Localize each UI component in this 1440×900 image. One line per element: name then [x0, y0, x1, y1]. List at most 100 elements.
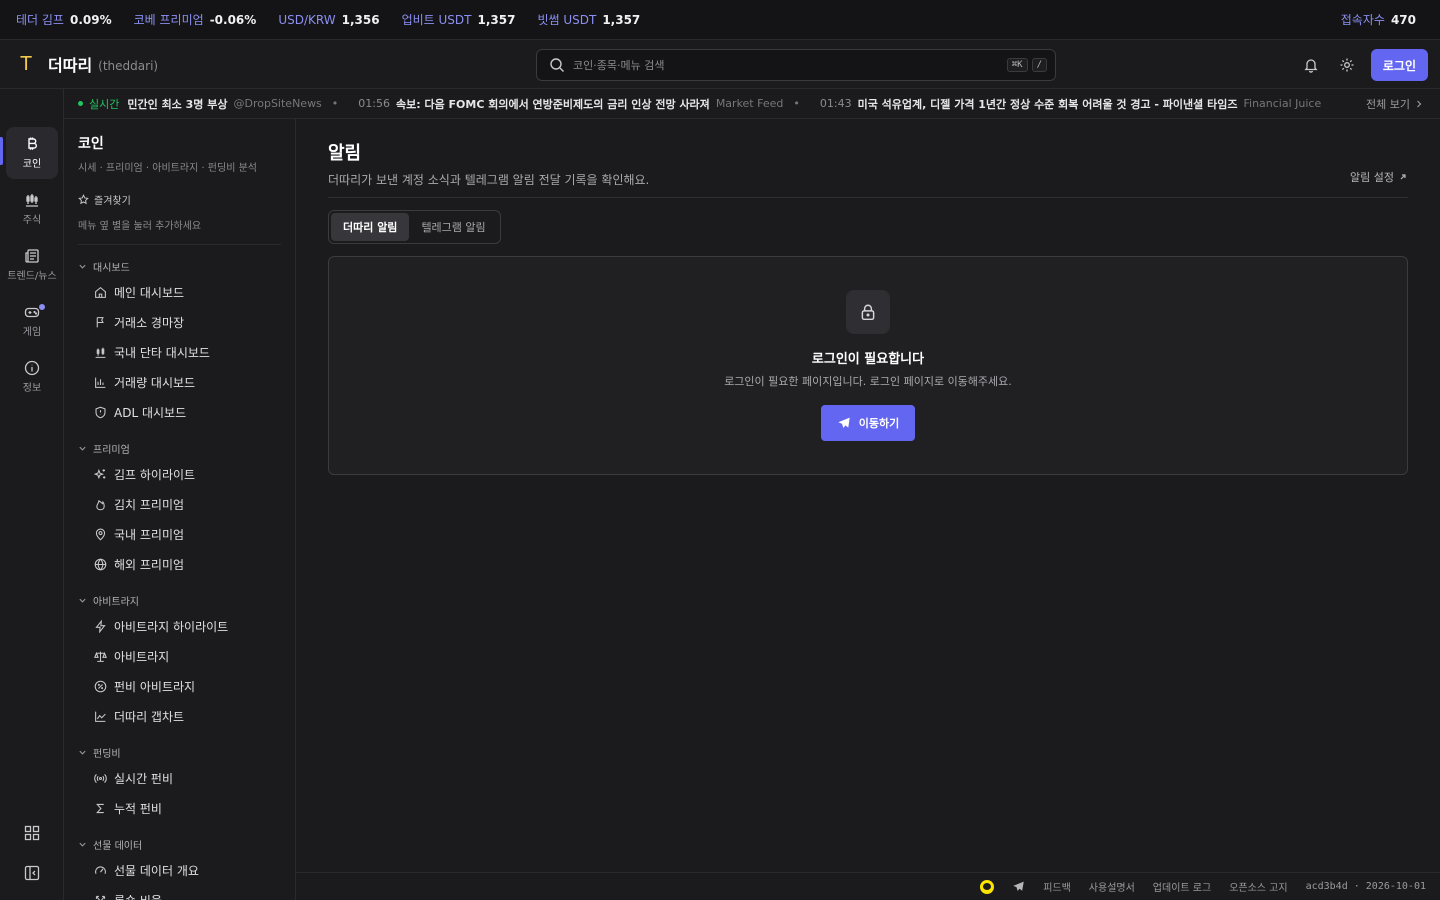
footer-link-open-source-notice[interactable]: 오픈소스 고지 [1229, 879, 1287, 894]
logo-mark[interactable]: T [20, 54, 36, 74]
rail-item-trend-news[interactable]: 트렌드/뉴스 [6, 239, 58, 291]
news-item[interactable]: 01:43 미국 석유업계, 디젤 가격 1년간 정상 수준 회복 어려울 것 … [820, 96, 1331, 112]
ticker-item[interactable]: 테더 김프 0.09% [16, 11, 112, 28]
gamepad-icon [24, 307, 40, 318]
nav-group-futures: 선물 데이터 선물 데이터 개요 롱숏 비율 [78, 833, 281, 900]
shield-icon [95, 406, 106, 418]
tab-theddari-notifications[interactable]: 더따리 알림 [331, 213, 410, 241]
notification-settings-link[interactable]: 알림 설정 [1350, 169, 1408, 185]
nav-group-header[interactable]: 선물 데이터 [78, 833, 281, 855]
ticker-item[interactable]: 코베 프리미엄 -0.06% [134, 11, 257, 28]
rail-item-label: 트렌드/뉴스 [7, 271, 57, 282]
nav-item-funding-arbitrage[interactable]: 펀비 아비트라지 [78, 671, 281, 701]
rail-active-indicator [0, 137, 3, 165]
nav-item-label: 선물 데이터 개요 [114, 863, 199, 878]
nav-item-overseas-premium[interactable]: 해외 프리미엄 [78, 549, 281, 579]
brand-name[interactable]: 더따리 [48, 52, 92, 76]
news-source: Financial Juice [1243, 97, 1322, 110]
nav-item-kimchi-premium[interactable]: 김치 프리미엄 [78, 489, 281, 519]
visitor-count-value: 470 [1390, 12, 1416, 27]
telegram-icon[interactable] [1012, 880, 1025, 893]
login-required-title: 로그인이 필요합니다 [811, 352, 925, 367]
globe-icon [94, 557, 107, 571]
nav-group-arbitrage: 아비트라지 아비트라지 하이라이트 아비트라지 펀비 아비트라지 더따리 갭차트 [78, 589, 281, 731]
nav-item-arbitrage[interactable]: 아비트라지 [78, 641, 281, 671]
nav-item-main-dashboard[interactable]: 메인 대시보드 [78, 277, 281, 307]
rail-item-stock[interactable]: 주식 [6, 183, 58, 235]
nav-group-header[interactable]: 펀딩비 [78, 741, 281, 763]
collapse-sidebar-button[interactable] [20, 861, 44, 885]
apps-grid-button[interactable] [20, 821, 44, 845]
ticker-label: 업비트 USDT [401, 13, 472, 27]
ticker-label: 코베 프리미엄 [133, 13, 204, 27]
nav-item-exchange-race[interactable]: 거래소 경마장 [78, 307, 281, 337]
header-divider [328, 197, 1408, 198]
ticker-label: 빗썸 USDT [537, 13, 597, 27]
nav-group-header[interactable]: 프리미엄 [78, 437, 281, 459]
page-description: 더따리가 보낸 계정 소식과 텔레그램 알림 전달 기록을 확인해요. [328, 173, 650, 187]
news-view-all-link[interactable]: 전체 보기 [1352, 89, 1440, 118]
nav-item-label: ADL 대시보드 [114, 405, 187, 420]
go-to-login-button[interactable]: 이동하기 [820, 405, 916, 441]
login-required-card: 로그인이 필요합니다 로그인이 필요한 페이지입니다. 로그인 페이지로 이동해… [328, 256, 1408, 475]
nav-item-volume-dashboard[interactable]: 거래량 대시보드 [78, 367, 281, 397]
line-chart-icon [95, 711, 106, 722]
nav-item-kimp-highlight[interactable]: 김프 하이라이트 [78, 459, 281, 489]
footer-link-update-log[interactable]: 업데이트 로그 [1153, 879, 1211, 894]
nav-item-label: 국내 단타 대시보드 [114, 345, 210, 360]
star-icon [78, 194, 89, 205]
external-arrow-icon [1400, 174, 1406, 180]
ticker-item[interactable]: USD/KRW 1,356 [278, 13, 379, 27]
chevron-down-icon [79, 750, 86, 755]
notifications-button[interactable] [1295, 49, 1327, 81]
favorites-label: 즐겨찾기 [94, 196, 131, 207]
rail-item-coin[interactable]: 코인 [6, 127, 58, 179]
nav-item-cumulative-funding[interactable]: 누적 펀비 [78, 793, 281, 823]
news-item[interactable]: 민간인 최소 3명 부상 @DropSiteNews • [127, 96, 348, 112]
nav-group-header[interactable]: 대시보드 [78, 255, 281, 277]
footer-link-feedback[interactable]: 피드백 [1043, 879, 1071, 894]
chevron-down-icon [79, 264, 86, 269]
rail-item-info[interactable]: 정보 [6, 351, 58, 403]
nav-item-adl-dashboard[interactable]: ADL 대시보드 [78, 397, 281, 427]
nav-item-domestic-scalp-dashboard[interactable]: 국내 단타 대시보드 [78, 337, 281, 367]
kakao-chat-icon[interactable] [980, 879, 995, 894]
map-pin-icon [95, 528, 106, 540]
app-rail: 코인 주식 트렌드/뉴스 게임 정보 [0, 89, 64, 900]
version-info: acd3b4d · 2026-10-01 [1305, 881, 1426, 892]
lock-icon [861, 304, 875, 321]
ticker-label: 테더 김프 [16, 13, 64, 27]
favorites-header[interactable]: 즐겨찾기 [78, 192, 281, 207]
bell-icon [1304, 59, 1318, 73]
nav-item-label: 메인 대시보드 [114, 285, 185, 300]
nav-item-label: 더따리 갭차트 [114, 709, 185, 724]
nav-item-long-short-ratio[interactable]: 롱숏 비율 [78, 885, 281, 900]
ticker-value: -0.06% [209, 12, 257, 27]
sparkles-icon [94, 468, 106, 479]
rail-item-label: 게임 [22, 327, 42, 338]
search-input[interactable] [573, 58, 1003, 72]
nav-item-label: 국내 프리미엄 [114, 527, 185, 542]
footer-link-user-guide[interactable]: 사용설명서 [1089, 879, 1135, 894]
gear-icon [1340, 58, 1354, 72]
rail-item-game[interactable]: 게임 [6, 295, 58, 347]
favorites-description: 메뉴 옆 별을 눌러 추가하세요 [78, 217, 281, 245]
candlestick-icon [26, 194, 38, 207]
nav-item-realtime-funding[interactable]: 실시간 펀비 [78, 763, 281, 793]
settings-button[interactable] [1331, 49, 1363, 81]
ticker-value: 1,356 [341, 12, 380, 27]
login-button[interactable]: 로그인 [1370, 49, 1428, 81]
nav-item-arbitrage-highlight[interactable]: 아비트라지 하이라이트 [78, 611, 281, 641]
new-badge [39, 304, 45, 310]
ticker-item[interactable]: 업비트 USDT 1,357 [402, 11, 516, 28]
newspaper-icon [25, 249, 39, 263]
chevron-down-icon [79, 842, 86, 847]
nav-item-futures-overview[interactable]: 선물 데이터 개요 [78, 855, 281, 885]
tab-telegram-notifications[interactable]: 텔레그램 알림 [409, 213, 497, 241]
nav-item-domestic-premium[interactable]: 국내 프리미엄 [78, 519, 281, 549]
news-item[interactable]: 01:56 속보: 다음 FOMC 회의에서 연방준비제도의 금리 인상 전망 … [358, 96, 810, 112]
nav-item-gap-chart[interactable]: 더따리 갭차트 [78, 701, 281, 731]
ticker-item[interactable]: 빗썸 USDT 1,357 [537, 11, 640, 28]
nav-group-header[interactable]: 아비트라지 [78, 589, 281, 611]
global-search[interactable]: ⌘K / [536, 49, 1056, 81]
